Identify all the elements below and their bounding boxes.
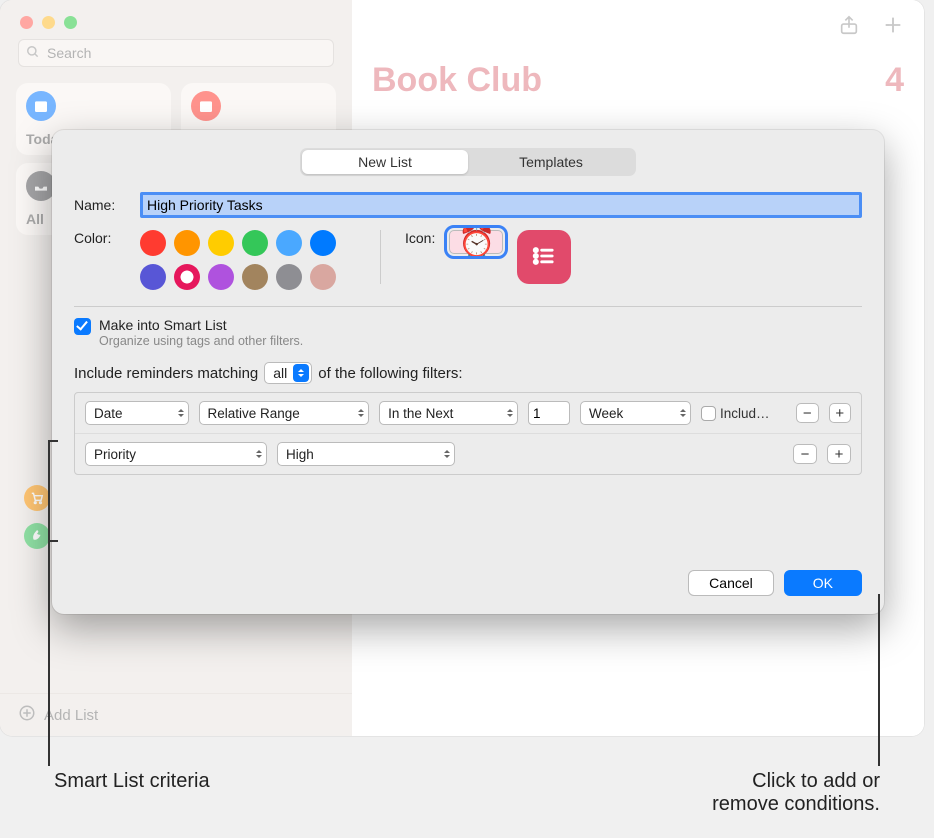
include-label: Include… [720,406,776,421]
criteria-op-select[interactable]: Relative Range [199,401,370,425]
match-mode-value: all [273,365,287,381]
chevron-up-down-icon [358,406,364,420]
criteria-list: Date Relative Range In the Next Week Inc… [74,392,862,475]
color-swatch[interactable] [174,230,200,256]
criteria-range-select[interactable]: In the Next [379,401,518,425]
tab-segmented-control: New List Templates [300,148,636,176]
criteria-field-select[interactable]: Priority [85,442,267,466]
criteria-unit-select[interactable]: Week [580,401,691,425]
criteria-field-select[interactable]: Date [85,401,189,425]
color-swatch[interactable] [208,264,234,290]
plus-icon: + [835,406,844,421]
color-swatch[interactable] [310,264,336,290]
callout-line [878,594,880,766]
color-label: Color: [74,230,134,246]
list-bullet-icon [530,242,558,273]
chevron-up-down-icon [293,364,309,382]
callout-add-remove-l2: remove conditions. [712,793,880,816]
smart-list-label: Make into Smart List [99,317,303,333]
match-prefix: Include reminders matching [74,365,258,382]
color-swatch[interactable] [140,264,166,290]
new-list-dialog: New List Templates Name: Color: Icon: ⏰ [52,130,884,614]
add-condition-button[interactable]: + [829,403,852,423]
cancel-button[interactable]: Cancel [688,570,774,596]
minus-icon: − [801,447,810,462]
smart-list-checkbox[interactable] [74,318,91,335]
include-checkbox[interactable] [701,406,716,421]
divider [74,306,862,307]
select-value: Relative Range [208,406,300,421]
callout-smart-list-criteria: Smart List criteria [54,770,210,793]
select-value: Week [589,406,623,421]
callout-line [48,440,50,766]
match-mode-select[interactable]: all [264,362,312,384]
chevron-up-down-icon [444,447,450,461]
criteria-row: Priority High − + [75,433,861,474]
smart-list-desc: Organize using tags and other filters. [99,334,303,348]
select-value: In the Next [388,406,453,421]
callout-line [48,440,58,442]
alarm-clock-icon: ⏰ [458,225,495,260]
criteria-row: Date Relative Range In the Next Week Inc… [75,393,861,433]
icon-option-clock[interactable]: ⏰ [449,230,503,254]
select-value: Date [94,406,123,421]
select-value: High [286,447,314,462]
color-swatch[interactable] [174,264,200,290]
callout-line [48,540,58,542]
name-input[interactable] [140,192,862,218]
tab-new-list[interactable]: New List [302,150,468,174]
icon-label: Icon: [405,230,435,246]
color-swatch[interactable] [208,230,234,256]
match-suffix: of the following filters: [318,365,462,382]
remove-condition-button[interactable]: − [796,403,819,423]
color-swatch[interactable] [242,230,268,256]
icon-option-list[interactable] [517,230,571,284]
color-swatch[interactable] [276,264,302,290]
callout-add-remove-l1: Click to add or [712,770,880,793]
ok-button[interactable]: OK [784,570,862,596]
chevron-up-down-icon [507,406,513,420]
chevron-up-down-icon [256,447,262,461]
color-swatch[interactable] [310,230,336,256]
name-label: Name: [74,197,134,213]
plus-icon: + [835,447,844,462]
color-swatch[interactable] [276,230,302,256]
select-value: Priority [94,447,136,462]
add-condition-button[interactable]: + [827,444,851,464]
chevron-up-down-icon [178,406,184,420]
tab-templates[interactable]: Templates [468,150,634,174]
color-swatches [140,230,350,290]
chevron-up-down-icon [680,406,686,420]
remove-condition-button[interactable]: − [793,444,817,464]
minus-icon: − [803,406,812,421]
criteria-op-select[interactable]: High [277,442,455,466]
color-swatch[interactable] [242,264,268,290]
criteria-number-input[interactable] [528,401,570,425]
color-swatch[interactable] [140,230,166,256]
